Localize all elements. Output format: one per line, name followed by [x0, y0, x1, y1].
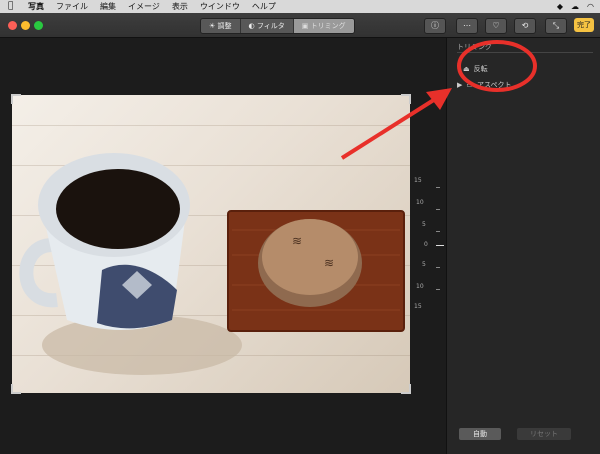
- crop-handle-bottom-left[interactable]: [11, 384, 21, 394]
- edit-canvas: ≋ ≋ 15 10 5 0 5 10 15: [0, 38, 446, 454]
- panel-title: トリミング: [457, 43, 492, 51]
- tab-adjust[interactable]: ☀ 調整: [201, 19, 241, 33]
- tab-crop-label: トリミング: [310, 22, 346, 30]
- flip-icon: ⏏: [463, 65, 470, 73]
- info-icon: ⓘ: [431, 21, 439, 30]
- rotate-icon: ⟲: [521, 21, 529, 30]
- dial-label: 5: [422, 221, 426, 228]
- reset-button[interactable]: リセット: [517, 428, 571, 440]
- svg-text:≋: ≋: [292, 234, 302, 248]
- menu-help[interactable]: ヘルプ: [252, 0, 276, 13]
- magic-wand-icon: ⤡: [552, 21, 560, 30]
- menu-image[interactable]: イメージ: [128, 0, 160, 13]
- close-button[interactable]: [8, 21, 17, 30]
- tab-filters[interactable]: ◐ フィルタ: [240, 19, 294, 33]
- crop-handle-top-left[interactable]: [11, 94, 21, 104]
- menu-photos[interactable]: 写真: [28, 0, 44, 13]
- dial-label: 5: [422, 261, 426, 268]
- wifi-icon[interactable]: ◠: [587, 0, 594, 13]
- straighten-dial[interactable]: 15 10 5 0 5 10 15: [412, 175, 446, 315]
- cloud-icon[interactable]: ☁: [571, 0, 579, 13]
- dial-label: 0: [424, 241, 428, 248]
- dial-label: 15: [414, 177, 422, 184]
- info-button[interactable]: ⓘ: [424, 18, 446, 34]
- done-button[interactable]: 完了: [574, 18, 594, 32]
- apple-icon[interactable]: : [8, 0, 13, 13]
- svg-text:≋: ≋: [324, 256, 334, 270]
- aspect-icon: ▭: [466, 81, 474, 89]
- tab-crop[interactable]: ▣ トリミング: [293, 19, 354, 33]
- dial-label: 10: [416, 283, 424, 290]
- dial-tick: [436, 267, 440, 268]
- crop-panel: トリミング ⏏ 反転 ▶ ▭ アスペクト 自動 リセット: [446, 38, 600, 454]
- aspect-label: アスペクト: [477, 81, 512, 89]
- dropbox-icon[interactable]: ◆: [557, 0, 563, 13]
- heart-icon: ♡: [492, 21, 500, 30]
- dial-label: 15: [414, 303, 422, 310]
- dial-tick: [436, 231, 440, 232]
- dial-indicator: [436, 245, 444, 246]
- zoom-button[interactable]: [34, 21, 43, 30]
- rotate-button[interactable]: ⟲: [514, 18, 536, 34]
- panel-divider: [457, 52, 593, 53]
- dial-tick: [436, 289, 440, 290]
- ellipsis-icon: ⋯: [463, 21, 471, 30]
- photo-content: ≋ ≋: [19, 153, 405, 375]
- menu-bar:  写真 ファイル 編集 イメージ 表示 ウインドウ ヘルプ ◆ ☁ ◠: [0, 0, 600, 13]
- aspect-row[interactable]: ▶ ▭ アスペクト: [457, 80, 512, 90]
- menu-view[interactable]: 表示: [172, 0, 188, 13]
- tab-adjust-label: 調整: [217, 22, 232, 30]
- flip-button[interactable]: ⏏ 反転: [463, 64, 488, 74]
- edit-mode-tabs: ☀ 調整 ◐ フィルタ ▣ トリミング: [200, 18, 355, 34]
- minimize-button[interactable]: [21, 21, 30, 30]
- favorite-button[interactable]: ♡: [485, 18, 507, 34]
- dial-tick: [436, 187, 440, 188]
- more-button[interactable]: ⋯: [456, 18, 478, 34]
- flip-label: 反転: [473, 65, 488, 73]
- window-toolbar: ☀ 調整 ◐ フィルタ ▣ トリミング ⓘ ⋯ ♡ ⟲ ⤡ 完了: [0, 13, 600, 38]
- disclosure-triangle-icon: ▶: [457, 81, 463, 89]
- auto-button[interactable]: 自動: [459, 428, 501, 440]
- menu-edit[interactable]: 編集: [100, 0, 116, 13]
- auto-enhance-button[interactable]: ⤡: [545, 18, 567, 34]
- crop-handle-top-right[interactable]: [401, 94, 411, 104]
- menu-file[interactable]: ファイル: [56, 0, 88, 13]
- tab-filters-label: フィルタ: [256, 22, 285, 30]
- dial-tick: [436, 209, 440, 210]
- menu-list: 写真 ファイル 編集 イメージ 表示 ウインドウ ヘルプ: [28, 0, 276, 13]
- dial-label: 10: [416, 199, 424, 206]
- menu-window[interactable]: ウインドウ: [200, 0, 240, 13]
- status-tray: ◆ ☁ ◠: [557, 0, 594, 13]
- crop-handle-bottom-right[interactable]: [401, 384, 411, 394]
- photo-image[interactable]: ≋ ≋: [12, 95, 410, 393]
